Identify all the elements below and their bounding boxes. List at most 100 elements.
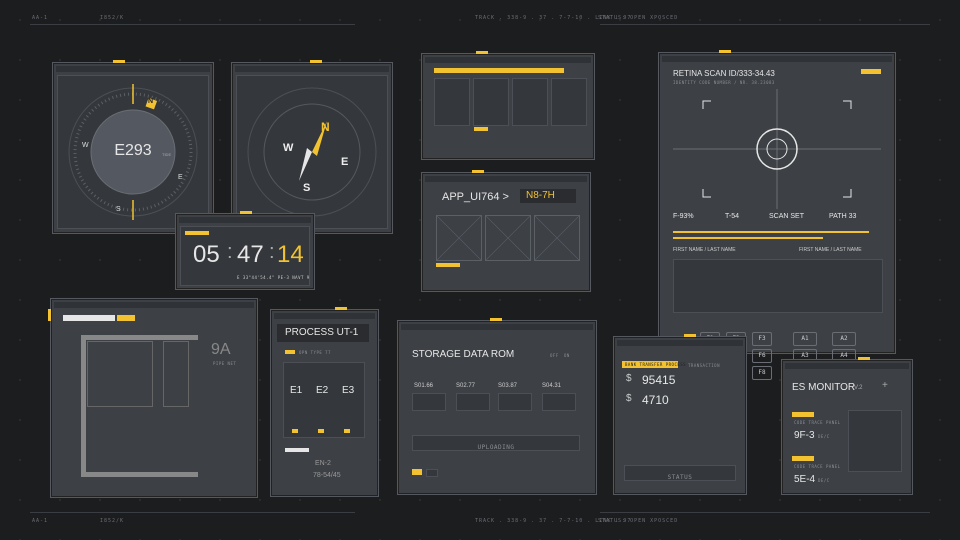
panel-tab	[310, 60, 322, 63]
compass-1-w: W	[82, 142, 89, 149]
storage-upload-label: UPLOADING	[477, 444, 515, 451]
app-placeholder-2	[485, 215, 531, 261]
panel-tab	[719, 50, 731, 53]
clock-seconds: 14	[277, 241, 304, 268]
compass-panel-2: N E S W	[231, 60, 393, 234]
compass-dial-2	[247, 87, 377, 217]
storage-graph-3	[498, 393, 532, 411]
es-unit-1: DE/C	[818, 434, 830, 439]
transfer-amount-1: 95415	[642, 373, 676, 387]
panel-header	[785, 363, 909, 369]
retina-title: RETINA SCAN ID/333-34.43	[673, 69, 775, 78]
retina-bar-2	[673, 237, 823, 239]
bottom-left-label: AA-1	[32, 518, 49, 524]
floorplan-panel: 9A PIPE NET	[48, 298, 258, 498]
transfer-tag-box: BANK TRANSFER PROCESS	[622, 361, 686, 368]
clock-separator-2: :	[269, 241, 275, 263]
thumb-4[interactable]	[551, 78, 587, 126]
clock-viewport: 05 : 47 : 14 E 33°44'54.4" PE-3 NAVT 9	[180, 226, 310, 286]
clock-separator-1: :	[227, 241, 233, 263]
compass-2-n: N	[321, 120, 330, 134]
storage-option-2[interactable]	[426, 469, 438, 477]
es-version: V.2	[854, 385, 863, 391]
transfer-currency-1: $	[626, 373, 632, 384]
process-footer-val: 78-54/45	[313, 472, 341, 479]
es-code-label-2: CODE TRACE PANEL	[794, 464, 841, 469]
panel-header	[56, 66, 210, 72]
bottom-status-label: STATUS: OPEN XPOSCED	[598, 518, 679, 524]
floorplan-room-sub: PIPE NET	[213, 361, 237, 366]
transfer-tag: BANK TRANSFER PROCESS	[625, 362, 687, 367]
compass-1-s: S	[116, 206, 121, 213]
storage-toggle-off[interactable]: OFF	[550, 353, 559, 358]
storage-option-1[interactable]	[412, 469, 422, 475]
transfer-status-label: STATUS	[667, 474, 693, 481]
retina-bar-1	[673, 231, 869, 233]
key-a1[interactable]: A1	[793, 332, 817, 346]
retina-tag	[861, 69, 881, 74]
floorplan-room-label: 9A	[211, 341, 231, 358]
es-code-label-1: CODE TRACE PANEL	[794, 420, 841, 425]
es-code-1: 9F-3	[794, 430, 815, 441]
storage-graph-1	[412, 393, 446, 411]
process-status-bar	[285, 448, 309, 452]
compass-1-n: N	[148, 98, 154, 105]
compass-viewport: N E S W E293 TIDE	[57, 75, 209, 229]
process-col-e3: E3	[342, 385, 355, 396]
compass-2-e: E	[341, 156, 349, 168]
storage-value-3: S03.87	[498, 383, 518, 389]
compass-heading: E293	[114, 142, 152, 159]
top-divider-right	[600, 24, 930, 25]
panel-header	[662, 56, 892, 62]
floorplan-room-2	[163, 341, 189, 407]
storage-graph-2	[456, 393, 490, 411]
retina-subtitle: IDENTITY CODE NUMBER / NR. 38.23083	[673, 80, 775, 85]
clock-panel: 05 : 47 : 14 E 33°44'54.4" PE-3 NAVT 9	[175, 211, 315, 290]
compass-unit: TIDE	[162, 152, 172, 157]
panel-tab	[472, 170, 484, 173]
panel-tab	[490, 318, 502, 321]
thumb-selected-marker	[474, 127, 488, 131]
es-unit-2: DE/C	[818, 478, 830, 483]
app-code-box: N8-7H	[520, 189, 576, 203]
key-f6[interactable]: F6	[752, 349, 772, 363]
panel-header	[54, 302, 254, 308]
app-panel: APP_UI764 > N8-7H	[421, 170, 591, 292]
compass-2-w: W	[283, 142, 294, 154]
process-footer-code: EN-2	[315, 460, 331, 467]
panel-tab	[684, 334, 696, 337]
app-title: APP_UI764 >	[442, 191, 509, 203]
bottom-divider	[30, 512, 355, 513]
storage-value-1: S01.66	[414, 383, 434, 389]
key-a2[interactable]: A2	[832, 332, 856, 346]
key-f8[interactable]: F8	[752, 366, 772, 380]
retina-name-right: FIRST NAME / LAST NAME	[799, 247, 862, 253]
thumb-2[interactable]	[473, 78, 509, 126]
app-code: N8-7H	[526, 190, 555, 201]
key-f3[interactable]: F3	[752, 332, 772, 346]
es-tag-2	[792, 456, 814, 461]
floorplan-label-bar	[63, 315, 115, 321]
top-divider	[30, 24, 355, 25]
es-plus-icon[interactable]: +	[882, 380, 888, 391]
panel-header	[401, 324, 593, 330]
storage-graph-4	[542, 393, 576, 411]
panel-header	[179, 217, 311, 223]
app-placeholder-3	[534, 215, 580, 261]
panel-edge-marker	[48, 309, 51, 321]
thumb-1[interactable]	[434, 78, 470, 126]
retina-scope	[673, 89, 881, 209]
retina-panel: RETINA SCAN ID/333-34.43 IDENTITY CODE N…	[658, 50, 896, 354]
panel-tab	[113, 60, 125, 63]
transfer-amount-2: 4710	[642, 393, 669, 407]
storage-value-2: S02.77	[456, 383, 476, 389]
panel-tab	[335, 307, 347, 310]
storage-toggle-on[interactable]: ON	[564, 353, 570, 358]
top-left-label: AA-1	[32, 15, 49, 21]
storage-upload-box[interactable]: UPLOADING	[412, 435, 580, 451]
top-code-label: I852/K	[100, 15, 125, 21]
thumb-3[interactable]	[512, 78, 548, 126]
es-tag-1	[792, 412, 814, 417]
transfer-status-button[interactable]: STATUS	[624, 465, 736, 481]
clock-coords: E 33°44'54.4" PE-3 NAVT 9	[237, 275, 310, 280]
